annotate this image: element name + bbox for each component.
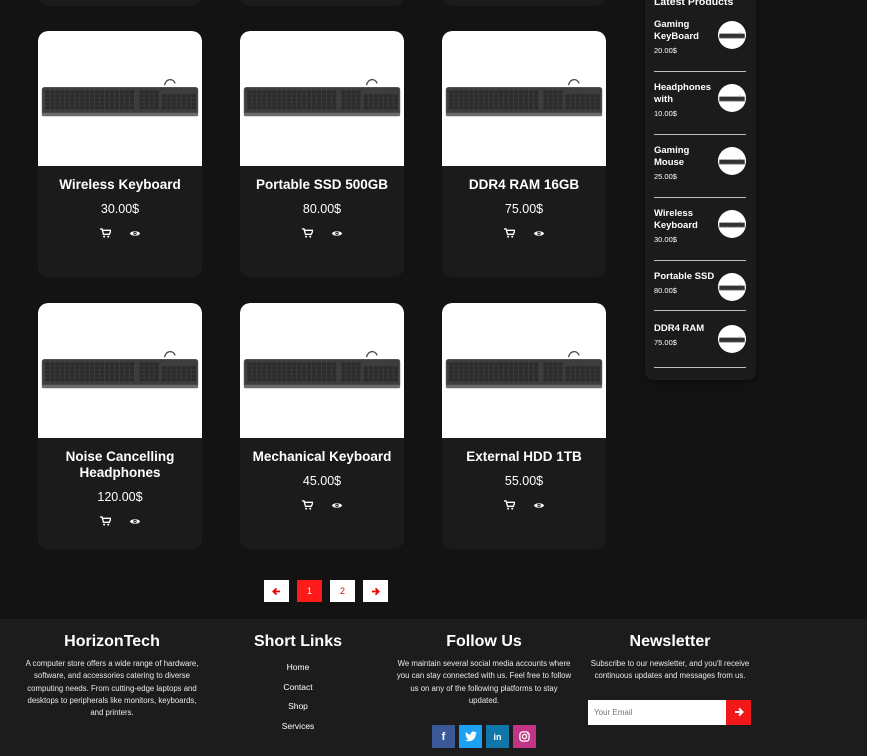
subscribe-button[interactable]	[726, 699, 751, 725]
add-to-cart-icon[interactable]	[503, 500, 515, 510]
twitter-icon[interactable]	[459, 725, 482, 749]
prev-page-button[interactable]	[264, 580, 289, 602]
sidebar-product-thumbnail[interactable]	[718, 325, 746, 353]
sidebar-product-name[interactable]: Wireless Keyboard	[654, 208, 720, 232]
product-price: 75.00$	[504, 202, 544, 216]
facebook-icon[interactable]: f	[432, 725, 455, 749]
arrow-right-icon	[734, 707, 744, 717]
brand-title: HorizonTech	[64, 633, 160, 650]
product-name[interactable]: Noise Cancelling Headphones	[50, 449, 190, 481]
product-card-partial	[442, 0, 606, 6]
product-price: 80.00$	[302, 202, 342, 216]
add-to-cart-icon[interactable]	[99, 516, 111, 526]
product-image[interactable]	[38, 31, 202, 166]
footer-short-links: Short Links Home Contact Shop Services	[238, 633, 358, 736]
quick-view-eye-icon[interactable]	[129, 517, 141, 526]
sidebar-product-item[interactable]: Gaming KeyBoard 20.00$	[654, 19, 746, 72]
footer-link-services[interactable]: Services	[238, 717, 358, 737]
footer: HorizonTech A computer store offers a wi…	[0, 619, 867, 756]
product-name[interactable]: Wireless Keyboard	[50, 177, 190, 193]
sidebar-product-item[interactable]: Wireless Keyboard 30.00$	[654, 208, 746, 261]
product-image[interactable]	[442, 31, 606, 166]
sidebar-title: Latest Products	[654, 0, 734, 8]
page-1-button[interactable]: 1	[297, 580, 322, 602]
product-card[interactable]: External HDD 1TB 55.00$	[442, 303, 606, 549]
product-name[interactable]: External HDD 1TB	[454, 449, 594, 465]
product-image[interactable]	[38, 303, 202, 438]
sidebar-product-thumbnail[interactable]	[718, 273, 746, 301]
quick-view-eye-icon[interactable]	[533, 229, 545, 238]
product-price: 55.00$	[504, 474, 544, 488]
sidebar-product-item[interactable]: Gaming Mouse 25.00$	[654, 145, 746, 198]
brand-description: A computer store offers a wide range of …	[25, 659, 199, 718]
sidebar-product-item[interactable]: Headphones with 10.00$	[654, 82, 746, 135]
product-card[interactable]: Noise Cancelling Headphones 120.00$	[38, 303, 202, 549]
sidebar-product-item[interactable]: DDR4 RAM 75.00$	[654, 323, 746, 368]
product-price: 30.00$	[100, 202, 140, 216]
follow-title: Follow Us	[446, 633, 522, 650]
product-card-partial	[38, 0, 202, 6]
sidebar-product-item[interactable]: Portable SSD 80.00$	[654, 271, 746, 311]
sidebar-product-thumbnail[interactable]	[718, 84, 746, 112]
sidebar-product-name[interactable]: Gaming Mouse	[654, 145, 720, 169]
footer-newsletter: Newsletter Subscribe to our newsletter, …	[588, 633, 752, 725]
product-name[interactable]: Portable SSD 500GB	[252, 177, 392, 193]
product-card-partial	[240, 0, 404, 6]
footer-link-contact[interactable]: Contact	[238, 678, 358, 698]
product-image[interactable]	[240, 303, 404, 438]
product-name[interactable]: Mechanical Keyboard	[252, 449, 392, 465]
arrow-right-icon	[371, 587, 380, 595]
sidebar-product-name[interactable]: DDR4 RAM	[654, 323, 720, 335]
latest-products-sidebar: Latest Products Gaming KeyBoard 20.00$ H…	[645, 0, 756, 380]
add-to-cart-icon[interactable]	[301, 228, 313, 238]
footer-brand: HorizonTech A computer store offers a wi…	[22, 633, 202, 719]
product-card[interactable]: Mechanical Keyboard 45.00$	[240, 303, 404, 549]
sidebar-product-name[interactable]: Gaming KeyBoard	[654, 19, 720, 43]
quick-view-eye-icon[interactable]	[331, 229, 343, 238]
quick-view-eye-icon[interactable]	[129, 229, 141, 238]
newsletter-title: Newsletter	[629, 633, 711, 650]
product-card[interactable]: DDR4 RAM 16GB 75.00$	[442, 31, 606, 277]
social-links: f in	[396, 725, 572, 749]
footer-link-shop[interactable]: Shop	[238, 697, 358, 717]
product-card[interactable]: Wireless Keyboard 30.00$	[38, 31, 202, 277]
newsletter-form	[588, 699, 752, 725]
add-to-cart-icon[interactable]	[503, 228, 515, 238]
footer-follow: Follow Us We maintain several social med…	[396, 633, 572, 749]
arrow-left-icon	[272, 587, 281, 595]
links-title: Short Links	[253, 633, 342, 650]
quick-view-eye-icon[interactable]	[533, 501, 545, 510]
footer-link-home[interactable]: Home	[238, 658, 358, 678]
email-field[interactable]	[588, 699, 726, 725]
instagram-icon[interactable]	[513, 725, 536, 749]
sidebar-product-thumbnail[interactable]	[718, 147, 746, 175]
product-price: 120.00$	[97, 490, 143, 504]
product-price: 45.00$	[302, 474, 342, 488]
quick-view-eye-icon[interactable]	[331, 501, 343, 510]
newsletter-description: Subscribe to our newsletter, and you'll …	[590, 659, 750, 681]
product-image[interactable]	[240, 31, 404, 166]
sidebar-product-name[interactable]: Headphones with	[654, 82, 720, 106]
next-page-button[interactable]	[363, 580, 388, 602]
add-to-cart-icon[interactable]	[99, 228, 111, 238]
page-2-button[interactable]: 2	[330, 580, 355, 602]
product-card[interactable]: Portable SSD 500GB 80.00$	[240, 31, 404, 277]
product-image[interactable]	[442, 303, 606, 438]
sidebar-product-thumbnail[interactable]	[718, 210, 746, 238]
pagination: 1 2	[264, 580, 388, 602]
add-to-cart-icon[interactable]	[301, 500, 313, 510]
page: Wireless Keyboard 30.00$ Portable SSD 50…	[0, 0, 867, 756]
linkedin-icon[interactable]: in	[486, 725, 509, 749]
follow-description: We maintain several social media account…	[396, 659, 572, 705]
sidebar-product-name[interactable]: Portable SSD	[654, 271, 720, 283]
product-name[interactable]: DDR4 RAM 16GB	[454, 177, 594, 193]
sidebar-product-thumbnail[interactable]	[718, 21, 746, 49]
